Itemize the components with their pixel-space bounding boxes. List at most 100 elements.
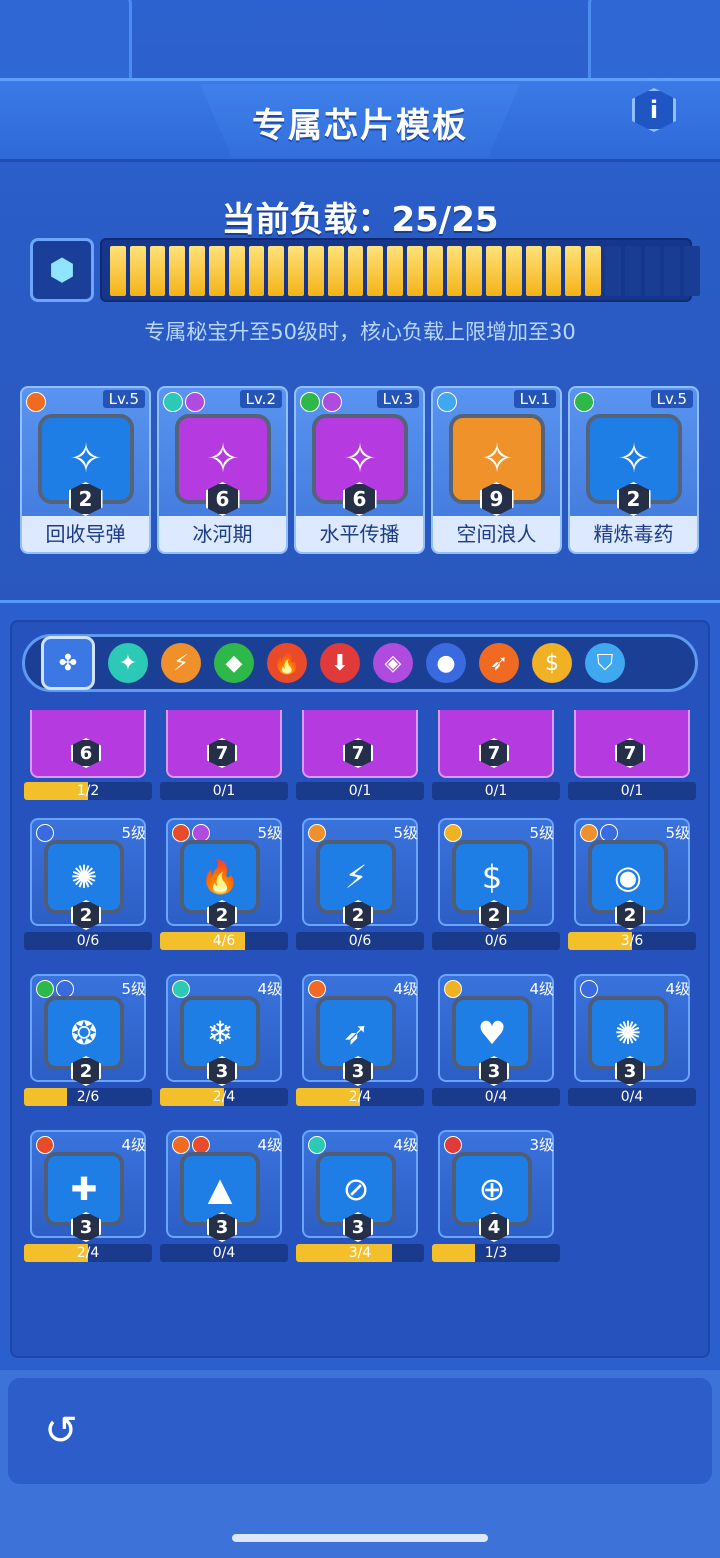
- element-tags: [300, 392, 342, 412]
- load-segment: [248, 246, 265, 296]
- chip-progress: 0/4: [432, 1088, 560, 1106]
- chip-level: 4级: [257, 1136, 282, 1154]
- chip-cell[interactable]: 3级 ⊕ 4 1/3: [430, 1130, 560, 1280]
- back-icon: ↺: [44, 1408, 78, 1454]
- chip-level: Lv.1: [513, 390, 556, 408]
- chip-level: 5级: [257, 824, 282, 842]
- equipped-chip-card[interactable]: Lv.3 ✧ 6 水平传播: [294, 386, 425, 554]
- filter-physical-icon[interactable]: ⬇: [320, 643, 360, 683]
- element-tag-icon: [574, 392, 594, 412]
- element-tags: [574, 392, 594, 412]
- chip-progress: 0/1: [160, 782, 288, 800]
- load-segment: [585, 246, 601, 296]
- progress-text: 0/1: [212, 783, 236, 799]
- chip-name: 空间浪人: [433, 516, 560, 552]
- chip-cell[interactable]: 5级 ✺ 2 0/6: [22, 818, 152, 968]
- progress-text: 0/1: [348, 783, 372, 799]
- chip-name: 水平传播: [296, 516, 423, 552]
- chip-name: 回收导弹: [22, 516, 149, 552]
- progress-text: 0/6: [484, 933, 508, 949]
- chip-level: Lv.2: [239, 390, 282, 408]
- load-segment: [624, 246, 641, 296]
- filter-all-icon[interactable]: ✤: [41, 636, 95, 690]
- element-tag-icon: [172, 1136, 190, 1154]
- chip-cell[interactable]: 4级 ♥ 3 0/4: [430, 974, 560, 1124]
- chip-progress: 2/4: [160, 1088, 288, 1106]
- back-button[interactable]: ↺: [26, 1408, 96, 1454]
- progress-text: 2/4: [212, 1089, 236, 1105]
- chip-cell[interactable]: 4级 ✚ 3 2/4: [22, 1130, 152, 1280]
- element-tag-icon: [26, 392, 46, 412]
- chip-level: 4级: [665, 980, 690, 998]
- equipped-chip-card[interactable]: Lv.5 ✧ 2 回收导弹: [20, 386, 151, 554]
- filter-shield-icon[interactable]: ⛉: [585, 643, 625, 683]
- chip-cell[interactable]: 5级 $ 2 0/6: [430, 818, 560, 968]
- element-tags: [308, 980, 326, 998]
- equipped-chip-card[interactable]: Lv.1 ✧ 9 空间浪人: [431, 386, 562, 554]
- element-tags: [172, 980, 190, 998]
- element-tag-icon: [437, 392, 457, 412]
- chip-cell[interactable]: 4级 ➶ 3 2/4: [294, 974, 424, 1124]
- chip-name: 冰河期: [159, 516, 286, 552]
- load-segment: [664, 246, 681, 296]
- load-note: 专属秘宝升至50级时，核心负载上限增加至30: [144, 320, 576, 344]
- chip-cell[interactable]: 4级 ❄ 3 2/4: [158, 974, 288, 1124]
- load-segment: [505, 246, 522, 296]
- element-tag-icon: [163, 392, 183, 412]
- equipped-chip-card[interactable]: Lv.2 ✧ 6 冰河期: [157, 386, 288, 554]
- chip-level: 4级: [529, 980, 554, 998]
- filter-missile-icon[interactable]: ➶: [479, 643, 519, 683]
- filter-electric-icon[interactable]: ⚡: [161, 643, 201, 683]
- filter-energy-icon[interactable]: ◈: [373, 643, 413, 683]
- chip-progress: 0/1: [568, 782, 696, 800]
- progress-text: 0/4: [212, 1245, 236, 1261]
- load-segment: [129, 246, 146, 296]
- element-tags: [437, 392, 457, 412]
- progress-text: 0/6: [76, 933, 100, 949]
- chip-level: 4级: [121, 1136, 146, 1154]
- chip-cell[interactable]: 4级 ▲ 3 0/4: [158, 1130, 288, 1280]
- chip-cell[interactable]: 5级 🔥 2 4/6: [158, 818, 288, 968]
- element-tag-icon: [580, 980, 598, 998]
- load-segment: [208, 246, 225, 296]
- element-tag-icon: [444, 1136, 462, 1154]
- page-title: 专属芯片模板: [252, 106, 468, 146]
- chip-progress: 1/2: [24, 782, 152, 800]
- progress-text: 0/4: [484, 1089, 508, 1105]
- chip-progress: 0/6: [432, 932, 560, 950]
- load-segment: [189, 246, 205, 296]
- element-tags: [580, 980, 598, 998]
- chip-cell[interactable]: 5级 ◉ 2 3/6: [566, 818, 696, 968]
- element-tags: [36, 824, 54, 842]
- element-tags: [444, 1136, 462, 1154]
- home-indicator[interactable]: [232, 1534, 488, 1542]
- load-segment: [307, 246, 324, 296]
- chip-progress: 2/6: [24, 1088, 152, 1106]
- bottom-bar: [8, 1378, 712, 1484]
- filter-fire-icon[interactable]: 🔥: [267, 643, 307, 683]
- chip-level: 5级: [393, 824, 418, 842]
- chip-cell[interactable]: 4级 ⊘ 3 3/4: [294, 1130, 424, 1280]
- filter-money-icon[interactable]: $: [532, 643, 572, 683]
- load-segment: [644, 246, 661, 296]
- chip-cell[interactable]: 4级 ✺ 3 0/4: [566, 974, 696, 1124]
- chip-level: Lv.3: [376, 390, 419, 408]
- load-icon: ⬢: [30, 238, 94, 302]
- chip-progress: 0/6: [24, 932, 152, 950]
- chip-level: Lv.5: [650, 390, 693, 408]
- chip-cell[interactable]: 5级 ❂ 2 2/6: [22, 974, 152, 1124]
- progress-text: 0/6: [348, 933, 372, 949]
- element-tag-icon: [36, 980, 54, 998]
- equipped-chip-card[interactable]: Lv.5 ✧ 2 精炼毒药: [568, 386, 699, 554]
- chip-level: 4级: [393, 980, 418, 998]
- filter-ice-icon[interactable]: ✦: [108, 643, 148, 683]
- filter-poison-icon[interactable]: ◆: [214, 643, 254, 683]
- element-tags: [26, 392, 46, 412]
- chip-cell[interactable]: 5级 ⚡ 2 0/6: [294, 818, 424, 968]
- element-tag-icon: [36, 824, 54, 842]
- load-progress-bar: [100, 238, 700, 302]
- progress-text: 2/6: [76, 1089, 100, 1105]
- chip-progress: 1/3: [432, 1244, 560, 1262]
- filter-bomb-icon[interactable]: ●: [426, 643, 466, 683]
- progress-text: 1/3: [484, 1245, 508, 1261]
